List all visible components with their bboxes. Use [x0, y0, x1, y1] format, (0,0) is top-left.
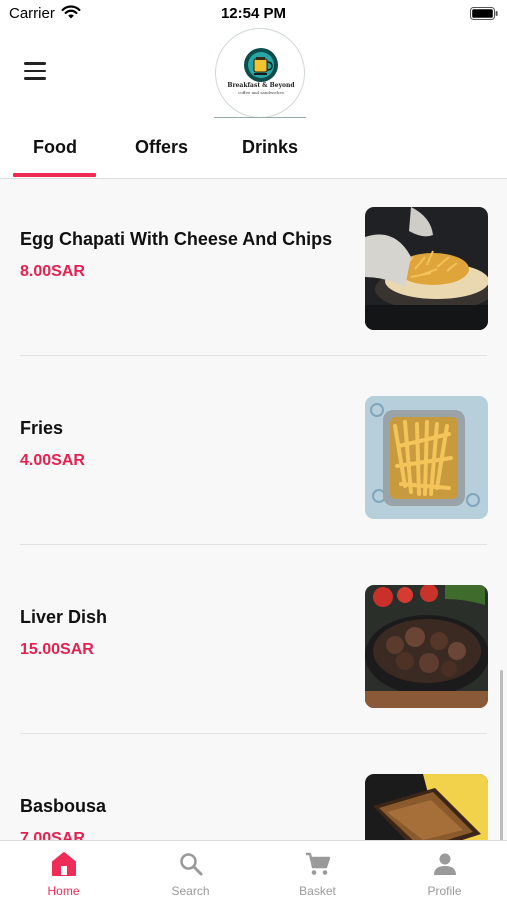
fries-photo [365, 396, 488, 519]
item-name: Egg Chapati With Cheese And Chips [20, 229, 333, 249]
item-name: Basbousa [20, 796, 107, 816]
item-name: Liver Dish [20, 607, 108, 627]
bottom-navigation: Home Search Basket Profile [0, 840, 507, 900]
basbousa-photo [365, 774, 488, 840]
list-item[interactable]: Liver Dish 15.00SAR [0, 558, 507, 747]
item-price: 8.00SAR [20, 263, 85, 280]
category-tabs: Food Offers Drinks [0, 120, 507, 179]
coffee-cup-logo-icon [244, 48, 278, 82]
nav-home-label: Home [47, 884, 80, 898]
list-scrollbar[interactable] [500, 670, 503, 840]
hamburger-menu-icon[interactable] [24, 62, 46, 80]
item-price: 4.00SAR [20, 452, 85, 469]
tab-food[interactable]: Food [33, 137, 77, 158]
list-item[interactable]: Fries 4.00SAR [0, 369, 507, 558]
item-price: 7.00SAR [20, 830, 85, 840]
nav-basket-label: Basket [299, 884, 336, 898]
list-divider [20, 355, 487, 356]
status-bar: Carrier 12:54 PM [0, 0, 507, 28]
profile-icon [433, 853, 456, 875]
nav-home[interactable]: Home [0, 841, 127, 900]
app-header: Breakfast & Beyond coffee and sandwiches [0, 28, 507, 120]
search-icon [179, 853, 202, 876]
cart-icon [305, 852, 330, 875]
tab-drinks[interactable]: Drinks [242, 137, 298, 158]
logo-divider [214, 117, 306, 118]
list-divider [20, 733, 487, 734]
home-icon [51, 852, 76, 876]
active-tab-indicator [13, 173, 96, 177]
nav-profile[interactable]: Profile [381, 841, 507, 900]
nav-search-label: Search [171, 884, 210, 898]
list-item[interactable]: Egg Chapati With Cheese And Chips 8.00SA… [0, 180, 507, 369]
food-list[interactable]: Egg Chapati With Cheese And Chips 8.00SA… [0, 180, 507, 840]
nav-profile-label: Profile [427, 884, 462, 898]
battery-icon [470, 7, 498, 20]
egg-chapati-photo [365, 207, 488, 330]
logo-title: Breakfast & Beyond [227, 82, 295, 89]
tab-offers[interactable]: Offers [135, 137, 188, 158]
brand-logo: Breakfast & Beyond coffee and sandwiches [215, 28, 305, 118]
status-time: 12:54 PM [220, 5, 287, 22]
list-item[interactable]: Basbousa 7.00SAR [0, 747, 507, 840]
liver-dish-photo [365, 585, 488, 708]
list-divider [20, 544, 487, 545]
nav-search[interactable]: Search [127, 841, 254, 900]
item-price: 15.00SAR [20, 641, 94, 658]
logo-subtitle: coffee and sandwiches [238, 90, 284, 95]
item-name: Fries [20, 418, 64, 438]
nav-basket[interactable]: Basket [254, 841, 381, 900]
